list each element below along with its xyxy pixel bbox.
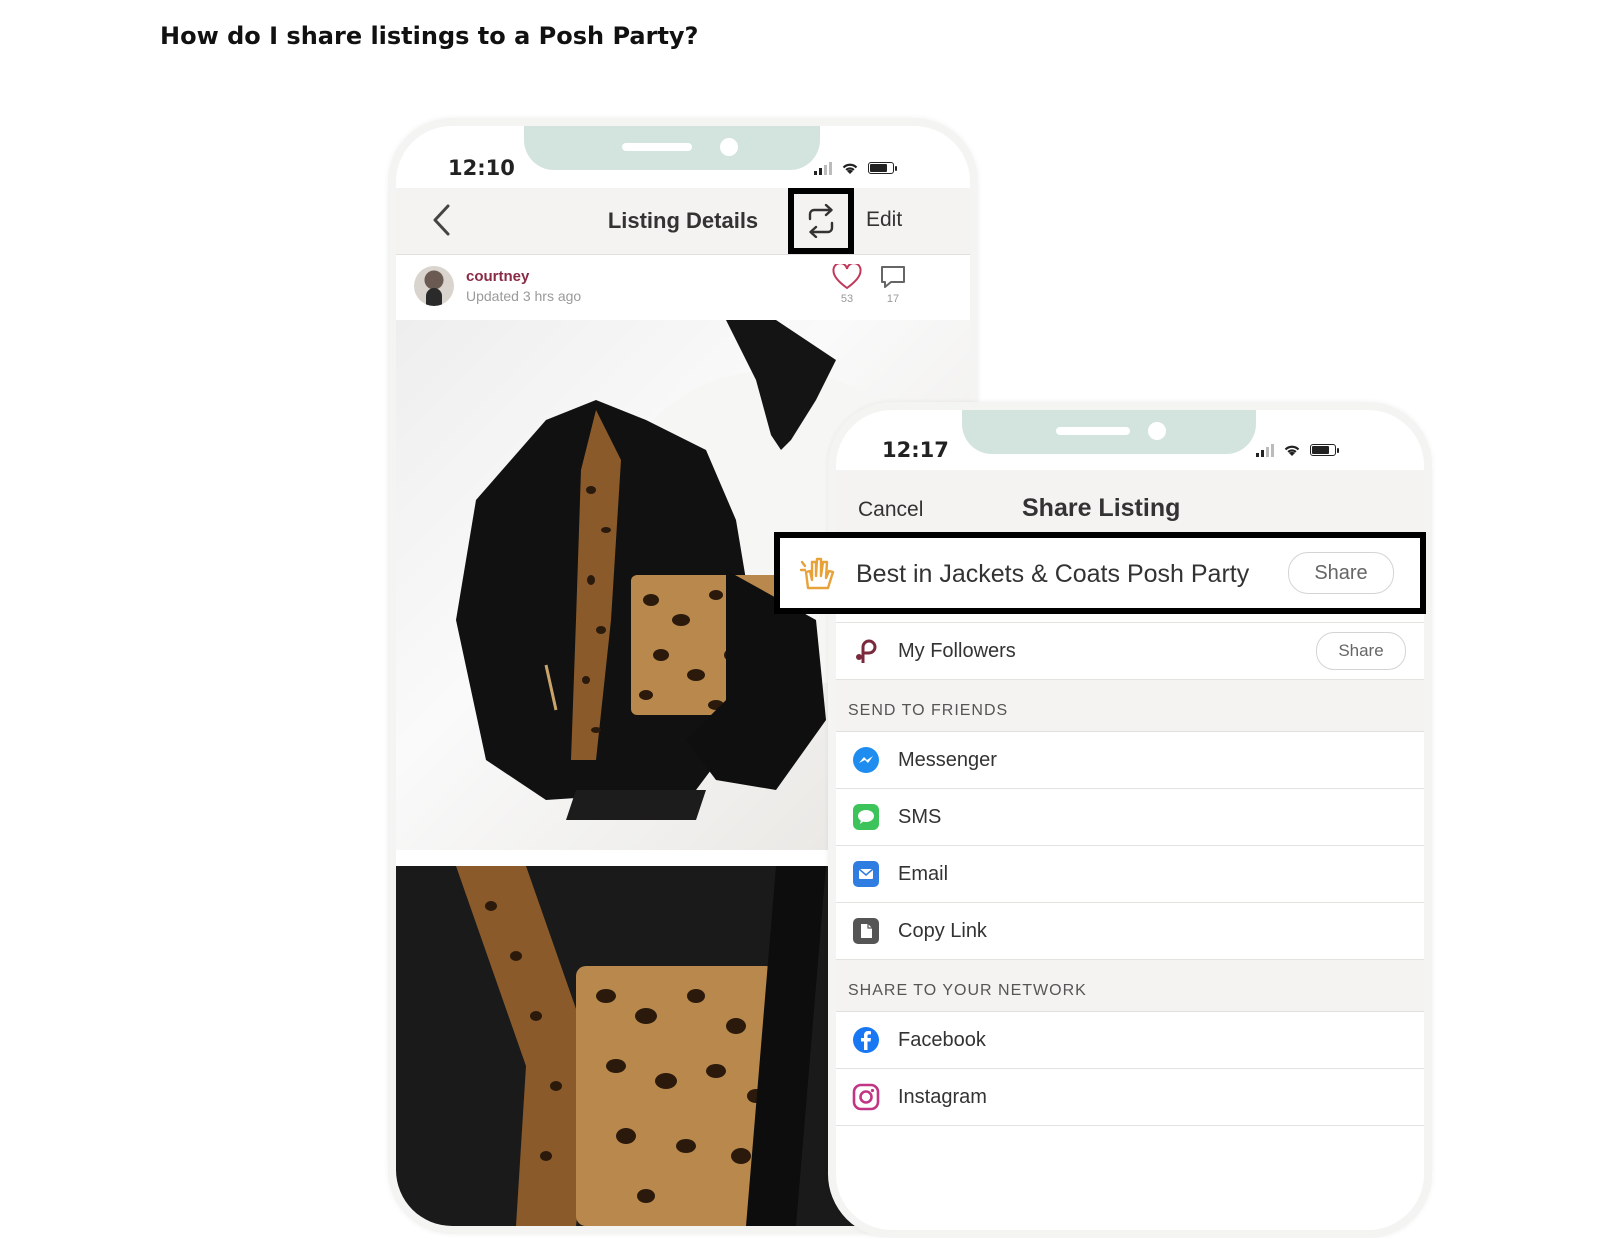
- share-button[interactable]: [788, 188, 854, 254]
- sms-label: SMS: [898, 805, 942, 828]
- share-to-network-header: SHARE TO YOUR NETWORK: [836, 960, 1424, 1012]
- messenger-row[interactable]: Messenger: [836, 732, 1424, 789]
- party-hand-icon: [798, 554, 838, 599]
- phone-notch: [524, 126, 820, 170]
- like-button[interactable]: 53: [830, 262, 864, 305]
- share-options-list: My Followers Share SEND TO FRIENDS Messe…: [836, 538, 1424, 1126]
- share-title: Share Listing: [1022, 494, 1181, 522]
- copy-link-icon: [852, 917, 880, 945]
- battery-icon: [1310, 444, 1339, 456]
- share-repeat-icon: [808, 204, 834, 238]
- avatar[interactable]: [414, 266, 454, 306]
- status-icons-2: [1256, 442, 1339, 458]
- instagram-row[interactable]: Instagram: [836, 1069, 1424, 1126]
- seller-username[interactable]: courtney: [466, 268, 529, 285]
- instagram-label: Instagram: [898, 1085, 987, 1108]
- wifi-icon: [1284, 445, 1300, 456]
- sms-icon: [852, 803, 880, 831]
- page-heading: How do I share listings to a Posh Party?: [160, 22, 699, 50]
- facebook-label: Facebook: [898, 1028, 986, 1051]
- followers-share-icon: [852, 637, 880, 665]
- comment-count: 17: [886, 293, 900, 305]
- followers-label: My Followers: [898, 639, 1016, 662]
- sms-row[interactable]: SMS: [836, 789, 1424, 846]
- signal-icon: [1256, 443, 1274, 457]
- party-label: Best in Jackets & Coats Posh Party: [856, 560, 1250, 588]
- listing-nav-bar: Listing Details Edit: [396, 188, 970, 255]
- facebook-icon: [852, 1026, 880, 1054]
- party-share-button[interactable]: Share: [1288, 552, 1394, 594]
- battery-icon: [868, 162, 897, 174]
- my-followers-row[interactable]: My Followers Share: [836, 623, 1424, 680]
- updated-time: Updated 3 hrs ago: [466, 288, 582, 304]
- posh-party-row[interactable]: Best in Jackets & Coats Posh Party Share: [774, 532, 1426, 614]
- status-time-2: 12:17: [882, 438, 949, 462]
- heart-icon: [832, 262, 862, 290]
- phone-notch-2: [962, 410, 1256, 454]
- share-nav-bar: Cancel Share Listing: [836, 470, 1424, 537]
- copy-link-row[interactable]: Copy Link: [836, 903, 1424, 960]
- comment-button[interactable]: 17: [876, 264, 910, 305]
- followers-share-button[interactable]: Share: [1316, 632, 1406, 670]
- status-time: 12:10: [448, 156, 515, 180]
- like-count: 53: [840, 293, 854, 305]
- copy-link-label: Copy Link: [898, 919, 987, 942]
- facebook-row[interactable]: Facebook: [836, 1012, 1424, 1069]
- signal-icon: [814, 161, 832, 175]
- email-label: Email: [898, 862, 949, 885]
- email-row[interactable]: Email: [836, 846, 1424, 903]
- messenger-icon: [852, 746, 880, 774]
- instagram-icon: [852, 1083, 880, 1111]
- wifi-icon: [842, 163, 858, 174]
- messenger-label: Messenger: [898, 748, 997, 771]
- edit-link[interactable]: Edit: [866, 208, 902, 232]
- send-to-friends-header: SEND TO FRIENDS: [836, 680, 1424, 732]
- cancel-button[interactable]: Cancel: [858, 498, 923, 522]
- status-icons: [814, 160, 897, 176]
- seller-row: courtney Updated 3 hrs ago 53 17: [396, 256, 970, 318]
- share-listing-phone: 12:17 Cancel Share Listing My Followers …: [828, 402, 1432, 1238]
- comment-icon: [881, 266, 905, 288]
- email-icon: [852, 860, 880, 888]
